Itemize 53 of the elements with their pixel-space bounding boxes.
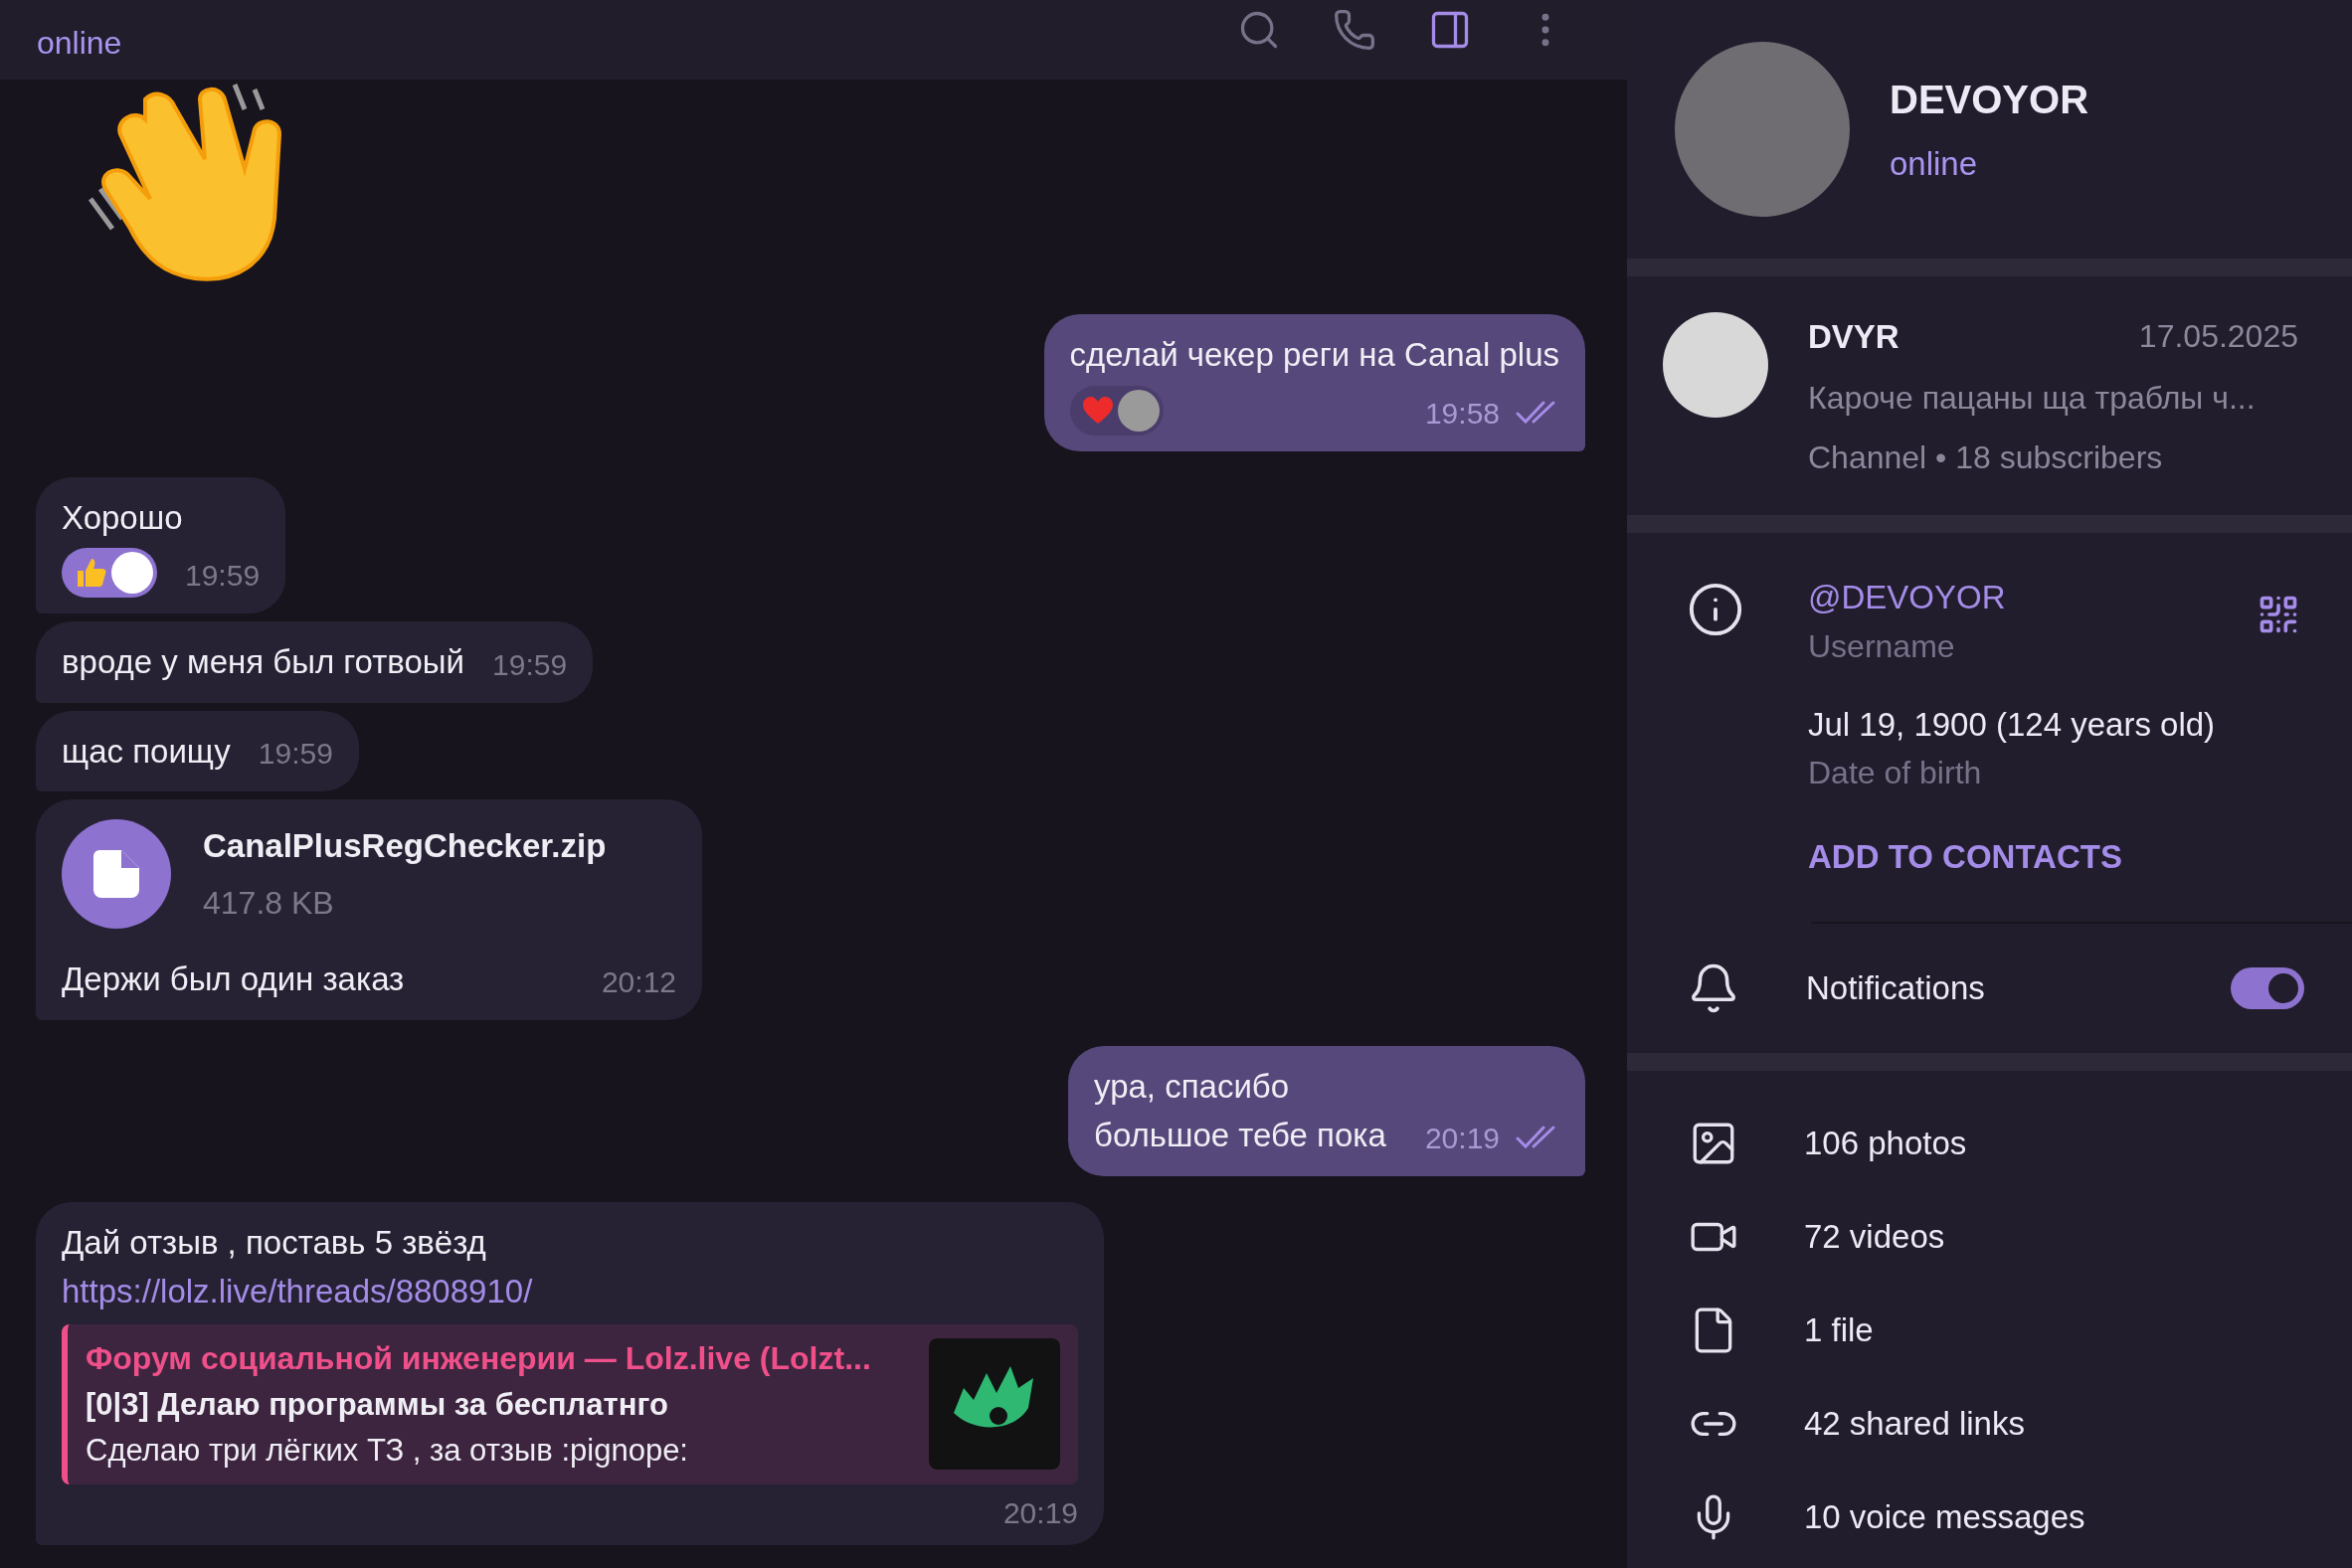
channel-name: DVYR [1808, 317, 1900, 357]
link-preview[interactable]: Форум социальной инженерии — Lolz.live (Lolzt... [0|3] Делаю программы за бесплатнго Сделаю три лёгких ТЗ , за отзыв :pignope: [62, 1323, 1078, 1484]
media-count-label: 106 photos [1804, 1123, 1967, 1163]
media-count-label: 1 file [1804, 1309, 1874, 1350]
message-text: Держи был один заказ [62, 959, 405, 999]
channel-date: 17.05.2025 [2138, 317, 2298, 356]
file-name[interactable]: CanalPlusRegChecker.zip [203, 821, 607, 871]
phone-icon[interactable] [1333, 8, 1376, 52]
eye-logo-icon [929, 1338, 1060, 1470]
media-count-row[interactable]: 10 voice messages [1627, 1470, 2352, 1564]
message-link[interactable]: https://lolz.live/threads/8808910/ [62, 1273, 533, 1309]
notifications-label: Notifications [1806, 967, 1986, 1008]
channel-row[interactable]: DVYR 17.05.2025 Кароче пацаны ща траблы ч... Channel • 18 subscribers [1627, 276, 2352, 515]
media-count-label: 10 voice messages [1804, 1496, 2085, 1537]
profile-status: online [1890, 144, 1979, 185]
message-text: Хорошо [62, 497, 184, 538]
preview-title: [0|3] Делаю программы за бесплатнго [86, 1385, 669, 1424]
channel-meta: Channel • 18 subscribers [1808, 437, 2164, 477]
preview-site: Форум социальной инженерии — Lolz.live (Lolzt... [86, 1338, 871, 1378]
info-icon [1687, 581, 1744, 638]
contact-status: online [37, 24, 122, 63]
media-count-label: 42 shared links [1804, 1403, 2025, 1444]
heart-icon [1081, 395, 1114, 426]
message-time: 19:58 [1424, 395, 1500, 432]
message-time: 20:19 [1002, 1494, 1078, 1531]
channel-preview: Кароче пацаны ща траблы ч... [1808, 378, 2257, 418]
media-count-label: 72 videos [1804, 1216, 1945, 1257]
file-size: 417.8 KB [203, 883, 335, 923]
media-count-row[interactable]: 106 photos [1627, 1096, 2352, 1190]
media-count-row[interactable]: 42 shared links [1627, 1376, 2352, 1471]
avatar-placeholder [111, 552, 153, 594]
avatar-placeholder [1117, 389, 1160, 432]
message-time: 19:59 [185, 558, 261, 594]
message-time: 20:12 [601, 963, 676, 1000]
message-time: 19:59 [258, 736, 333, 772]
username-label: Username [1808, 626, 1956, 666]
media-count-row[interactable]: 72 videos [1627, 1189, 2352, 1284]
media-count-row[interactable]: 1 file [1627, 1283, 2352, 1377]
birth-date-label: Date of birth [1808, 754, 1983, 792]
profile-name: DEVOYOR [1890, 77, 2089, 124]
birth-date-value: Jul 19, 1900 (124 years old) [1808, 704, 2217, 745]
username-value[interactable]: @DEVOYOR [1808, 573, 2257, 622]
message-text: ура, спасибо большое тебе пока [1094, 1066, 1387, 1155]
message-text: вроде у меня был готвоый [62, 642, 465, 682]
message-text: щас поищу [62, 731, 231, 772]
message-time: 19:59 [492, 646, 568, 683]
notifications-toggle[interactable] [2231, 966, 2304, 1009]
add-to-contacts-button[interactable]: ADD TO CONTACTS [1808, 832, 2257, 882]
reaction-chip[interactable] [62, 548, 157, 598]
preview-description: Сделаю три лёгких ТЗ , за отзыв :pignope: [86, 1432, 689, 1470]
message-time: 20:19 [1424, 1120, 1500, 1156]
message-text: Дай отзыв , поставь 5 звёзд [62, 1222, 487, 1263]
message-text: сделай чекер реги на Canal plus [1069, 335, 1559, 375]
